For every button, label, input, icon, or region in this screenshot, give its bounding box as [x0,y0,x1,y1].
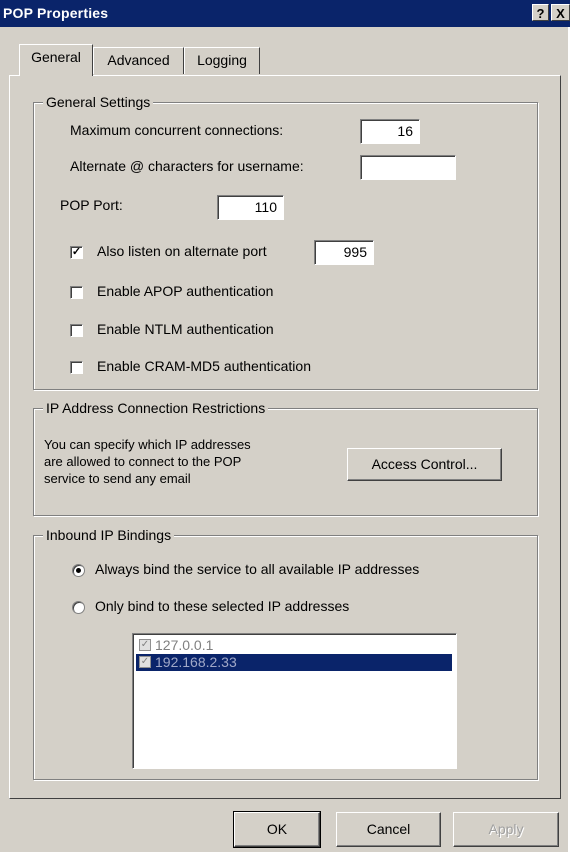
tab-label: Advanced [107,52,170,68]
crammd5-checkbox[interactable] [70,361,83,374]
apop-label: Enable APOP authentication [97,283,274,299]
close-button[interactable]: X [551,4,570,21]
tab-advanced[interactable]: Advanced [93,47,184,74]
list-item-ip: 127.0.0.1 [155,637,214,653]
access-control-button[interactable]: Access Control... [347,448,502,481]
pop-port-label: POP Port: [60,197,123,213]
apply-button[interactable]: Apply [453,812,559,847]
bind-all-radio[interactable] [72,564,85,577]
tab-label: General [31,49,81,65]
check-icon: ✓ [140,656,150,667]
list-item-checkbox[interactable]: ✓ [139,656,151,668]
inbound-ip-bindings-group: Inbound IP Bindings Always bind the serv… [33,527,538,780]
alt-chars-label: Alternate @ characters for username: [70,158,304,174]
pop-properties-dialog: POP Properties ? X General Advanced Logg… [0,0,570,852]
window-title: POP Properties [3,5,109,21]
pop-port-input[interactable]: 110 [217,195,284,220]
radio-selected-dot [76,568,81,573]
general-settings-group: General Settings Maximum concurrent conn… [33,94,538,390]
crammd5-label: Enable CRAM-MD5 authentication [97,358,311,374]
group-title: IP Address Connection Restrictions [43,400,269,416]
help-button[interactable]: ? [532,4,549,21]
ip-restrictions-group: IP Address Connection Restrictions You c… [33,400,538,516]
cancel-button[interactable]: Cancel [336,812,441,847]
max-connections-input[interactable]: 16 [360,119,420,144]
alt-chars-input[interactable] [360,155,456,180]
close-icon: X [556,6,565,21]
list-item-ip: 192.168.2.33 [155,654,237,670]
apop-checkbox[interactable] [70,286,83,299]
help-icon: ? [536,6,545,21]
group-title: Inbound IP Bindings [43,527,175,543]
ok-button[interactable]: OK [233,811,321,848]
alt-port-label: Also listen on alternate port [97,243,267,259]
tab-logging[interactable]: Logging [184,47,260,74]
ntlm-label: Enable NTLM authentication [97,321,274,337]
check-icon: ✓ [71,246,82,258]
list-item-checkbox[interactable]: ✓ [139,639,151,651]
check-icon: ✓ [140,639,150,650]
ntlm-checkbox[interactable] [70,324,83,337]
list-item-selected[interactable]: ✓ 192.168.2.33 [136,654,452,671]
alt-port-input[interactable]: 995 [314,240,374,265]
ip-restrictions-description-line1: You can specify which IP addresses [44,437,251,452]
title-bar[interactable]: POP Properties ? X [0,0,570,27]
ip-restrictions-description-line3: service to send any email [44,471,191,486]
max-connections-label: Maximum concurrent connections: [70,122,284,138]
alt-port-checkbox[interactable]: ✓ [70,246,83,259]
bind-all-label: Always bind the service to all available… [95,561,420,577]
general-tab-panel: General Settings Maximum concurrent conn… [9,75,561,799]
list-item[interactable]: ✓ 127.0.0.1 [136,637,452,654]
tab-general[interactable]: General [19,44,93,76]
tab-label: Logging [197,52,247,68]
ip-restrictions-description-line2: are allowed to connect to the POP [44,454,242,469]
bind-selected-radio[interactable] [72,601,85,614]
ip-address-list[interactable]: ✓ 127.0.0.1 ✓ 192.168.2.33 [132,633,457,769]
group-title: General Settings [43,94,154,110]
bind-selected-label: Only bind to these selected IP addresses [95,598,350,614]
